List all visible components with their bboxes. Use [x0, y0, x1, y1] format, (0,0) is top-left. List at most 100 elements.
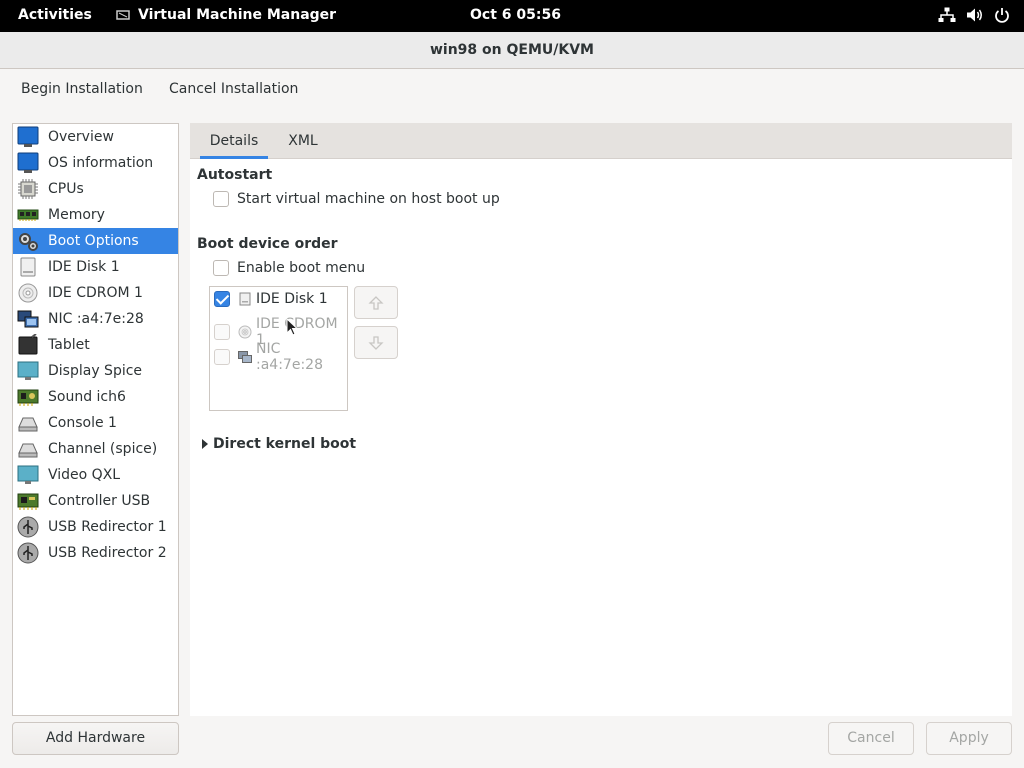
- display-icon: [17, 360, 39, 382]
- sidebar-item-usb-redirector-2[interactable]: USB Redirector 2: [13, 540, 178, 566]
- sidebar-item-label: CPUs: [48, 181, 84, 197]
- boot-device-checkbox[interactable]: [214, 349, 230, 365]
- system-tray[interactable]: [938, 7, 1010, 23]
- window-title-bar[interactable]: win98 on QEMU/KVM: [0, 32, 1024, 69]
- sidebar-item-label: Controller USB: [48, 493, 151, 509]
- expander-arrow-icon: [202, 439, 208, 449]
- sidebar-item-label: Memory: [48, 207, 105, 223]
- disk-icon: [238, 292, 252, 306]
- cancel-button[interactable]: Cancel: [828, 722, 914, 755]
- disk-icon: [17, 256, 39, 278]
- sidebar-item-label: OS information: [48, 155, 154, 171]
- sidebar-item-tablet[interactable]: Tablet: [13, 332, 178, 358]
- sidebar-item-sound-ich6[interactable]: Sound ich6: [13, 384, 178, 410]
- boot-device-checkbox[interactable]: [214, 291, 230, 307]
- apply-button[interactable]: Apply: [926, 722, 1012, 755]
- window-title: win98 on QEMU/KVM: [429, 42, 594, 58]
- boot-device-list[interactable]: IDE Disk 1 IDE CDROM 1 NIC :a4:7e:28: [209, 286, 348, 411]
- hardware-list[interactable]: Overview OS information CPUs Memory Boot…: [12, 123, 179, 716]
- sidebar-item-label: NIC :a4:7e:28: [48, 311, 144, 327]
- enable-boot-menu-label: Enable boot menu: [237, 260, 366, 276]
- channel-icon: [17, 438, 39, 460]
- autostart-checkbox-label: Start virtual machine on host boot up: [237, 191, 500, 207]
- sidebar-item-label: Tablet: [48, 337, 90, 353]
- sidebar-item-overview[interactable]: Overview: [13, 124, 178, 150]
- monitor-icon: [17, 152, 39, 174]
- tab-details[interactable]: Details: [200, 123, 268, 159]
- app-name: Virtual Machine Manager: [138, 7, 337, 23]
- usb-icon: [17, 542, 39, 564]
- begin-installation-button[interactable]: Begin Installation: [21, 81, 143, 97]
- power-icon[interactable]: [994, 7, 1010, 23]
- boot-device-row[interactable]: NIC :a4:7e:28: [214, 341, 347, 373]
- sidebar-item-boot-options[interactable]: Boot Options: [13, 228, 178, 254]
- sidebar-item-label: IDE Disk 1: [48, 259, 120, 275]
- sidebar-item-label: Channel (spice): [48, 441, 158, 457]
- tab-bar: Details XML: [190, 123, 1012, 159]
- memory-icon: [17, 204, 39, 226]
- boot-options-icon: [17, 230, 39, 252]
- enable-boot-menu-checkbox[interactable]: [213, 260, 229, 276]
- top-bar: Activities Virtual Machine Manager Oct 6…: [0, 0, 1024, 32]
- sidebar-item-usb-redirector-1[interactable]: USB Redirector 1: [13, 514, 178, 540]
- sidebar-item-display-spice[interactable]: Display Spice: [13, 358, 178, 384]
- cdrom-icon: [17, 282, 39, 304]
- direct-kernel-boot-label: Direct kernel boot: [213, 436, 357, 452]
- enable-boot-menu-row[interactable]: Enable boot menu: [213, 260, 365, 276]
- cpu-icon: [17, 178, 39, 200]
- tab-xml[interactable]: XML: [276, 123, 330, 159]
- network-icon[interactable]: [938, 7, 956, 23]
- toolbar: Begin Installation Cancel Installation: [0, 69, 1024, 113]
- sidebar-item-label: Console 1: [48, 415, 117, 431]
- volume-icon[interactable]: [966, 7, 984, 23]
- sidebar-item-nic[interactable]: NIC :a4:7e:28: [13, 306, 178, 332]
- arrow-up-icon: [368, 295, 384, 310]
- sidebar-item-os-information[interactable]: OS information: [13, 150, 178, 176]
- sidebar-item-label: USB Redirector 2: [48, 545, 167, 561]
- sound-card-icon: [17, 386, 39, 408]
- sidebar-item-label: Video QXL: [48, 467, 121, 483]
- move-down-button[interactable]: [354, 326, 398, 359]
- sidebar-item-memory[interactable]: Memory: [13, 202, 178, 228]
- sidebar-item-label: IDE CDROM 1: [48, 285, 143, 301]
- app-icon: [116, 10, 130, 20]
- boot-device-label: NIC :a4:7e:28: [256, 341, 323, 373]
- add-hardware-button[interactable]: Add Hardware: [12, 722, 179, 755]
- boot-device-checkbox[interactable]: [214, 324, 230, 340]
- autostart-heading: Autostart: [197, 167, 273, 183]
- direct-kernel-boot-expander[interactable]: Direct kernel boot: [202, 436, 356, 452]
- cancel-installation-button[interactable]: Cancel Installation: [169, 81, 298, 97]
- cdrom-icon: [238, 325, 252, 339]
- sidebar-item-label: Display Spice: [48, 363, 143, 379]
- move-up-button[interactable]: [354, 286, 398, 319]
- sidebar-item-label: USB Redirector 1: [48, 519, 167, 535]
- sidebar-item-ide-cdrom-1[interactable]: IDE CDROM 1: [13, 280, 178, 306]
- sidebar-item-label: Overview: [48, 129, 114, 145]
- controller-icon: [17, 490, 39, 512]
- autostart-checkbox-row[interactable]: Start virtual machine on host boot up: [213, 191, 500, 207]
- boot-order-heading: Boot device order: [197, 236, 338, 252]
- sidebar-item-label: Boot Options: [48, 233, 139, 249]
- boot-device-label: IDE Disk 1: [256, 291, 328, 307]
- sidebar-item-video-qxl[interactable]: Video QXL: [13, 462, 178, 488]
- sidebar-item-controller-usb[interactable]: Controller USB: [13, 488, 178, 514]
- app-menu[interactable]: Virtual Machine Manager: [116, 7, 336, 23]
- details-panel: Details XML Autostart Start virtual mach…: [190, 123, 1012, 716]
- network-card-icon: [17, 308, 39, 330]
- sidebar-item-console-1[interactable]: Console 1: [13, 410, 178, 436]
- clock[interactable]: Oct 6 05:56: [470, 7, 561, 23]
- video-icon: [17, 464, 39, 486]
- usb-icon: [17, 516, 39, 538]
- activities-button[interactable]: Activities: [18, 7, 92, 23]
- network-card-icon: [238, 350, 252, 364]
- arrow-down-icon: [368, 335, 384, 350]
- sidebar-item-ide-disk-1[interactable]: IDE Disk 1: [13, 254, 178, 280]
- tablet-icon: [17, 333, 39, 356]
- sidebar-item-label: Sound ich6: [48, 389, 126, 405]
- monitor-icon: [17, 126, 39, 148]
- boot-device-row[interactable]: IDE Disk 1: [214, 291, 328, 307]
- sidebar-item-cpus[interactable]: CPUs: [13, 176, 178, 202]
- serial-console-icon: [17, 412, 39, 434]
- autostart-checkbox[interactable]: [213, 191, 229, 207]
- sidebar-item-channel-spice[interactable]: Channel (spice): [13, 436, 178, 462]
